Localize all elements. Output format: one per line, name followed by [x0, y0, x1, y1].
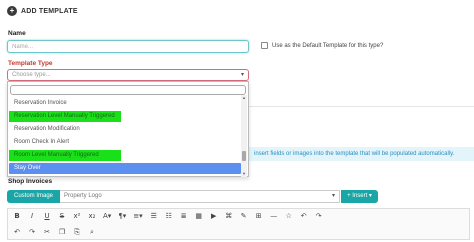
find-icon[interactable]: ⌕ — [86, 227, 98, 238]
image-icon[interactable]: ▦ — [193, 211, 205, 222]
dropdown-option[interactable]: Room Level Manually Triggered — [9, 150, 121, 161]
redo-icon[interactable]: ↷ — [26, 227, 38, 238]
table-icon[interactable]: ⊞ — [253, 211, 265, 222]
font-color-icon[interactable]: A▾ — [101, 211, 113, 222]
template-type-dropdown[interactable]: Reservation Invoice Reservation Level Ma… — [7, 81, 249, 177]
quote-icon[interactable]: ≣ — [178, 211, 190, 222]
toolbar-row-2: ↶ ↷ ✂ ❐ ⎘ ⌕ — [11, 227, 101, 238]
paragraph-icon[interactable]: ¶▾ — [116, 211, 128, 222]
dropdown-scrollbar[interactable]: ▲ ▼ — [241, 95, 247, 177]
default-template-checkbox[interactable]: Use as the Default Template for this typ… — [261, 42, 383, 49]
underline-icon[interactable]: U — [41, 211, 53, 222]
redo-icon[interactable]: ↷ — [313, 211, 325, 222]
chevron-down-icon: ▾ — [240, 72, 244, 78]
unordered-list-icon[interactable]: ☷ — [163, 211, 175, 222]
dropdown-option[interactable]: Reservation Level Manually Triggered — [9, 111, 121, 122]
undo-icon[interactable]: ↶ — [298, 211, 310, 222]
align-icon[interactable]: ≡▾ — [131, 211, 144, 222]
paste-icon[interactable]: ⎘ — [71, 227, 83, 238]
subscript-icon[interactable]: x₂ — [86, 211, 98, 222]
scroll-up-icon[interactable]: ▲ — [241, 95, 247, 101]
video-icon[interactable]: ▶ — [208, 211, 220, 222]
toolbar-row-1: B I U S x² x₂ A▾ ¶▾ ≡▾ ☰ ☷ ≣ ▦ ▶ ⌘ ✎ ⊞ —… — [11, 211, 328, 222]
editor-toolbar: B I U S x² x₂ A▾ ¶▾ ≡▾ ☰ ☷ ≣ ▦ ▶ ⌘ ✎ ⊞ —… — [7, 208, 470, 240]
plus-circle-icon: + — [7, 6, 17, 16]
cut-icon[interactable]: ✂ — [41, 227, 53, 238]
image-select-value: Property Logo — [64, 193, 102, 199]
insert-button[interactable]: + Insert ▾ — [341, 190, 378, 203]
shop-invoices-label: Shop Invoices — [8, 178, 53, 185]
add-template-header: + ADD TEMPLATE — [7, 6, 78, 16]
edit-icon[interactable]: ✎ — [238, 211, 250, 222]
name-label: Name — [8, 30, 26, 37]
special-char-icon[interactable]: ☆ — [283, 211, 295, 222]
template-type-label: Template Type — [8, 60, 53, 67]
ordered-list-icon[interactable]: ☰ — [148, 211, 160, 222]
image-select[interactable]: Property Logo ▾ — [60, 190, 340, 203]
scroll-down-icon[interactable]: ▼ — [241, 171, 247, 177]
dropdown-option-active[interactable]: Stay Over — [9, 163, 241, 174]
info-bar: insert fields or images into the templat… — [249, 147, 474, 161]
superscript-icon[interactable]: x² — [71, 211, 83, 222]
template-type-placeholder: Choose type... — [12, 72, 51, 78]
custom-image-button[interactable]: Custom Image — [7, 190, 60, 203]
dropdown-search-input[interactable] — [10, 85, 246, 95]
divider — [249, 106, 474, 107]
default-template-label: Use as the Default Template for this typ… — [272, 42, 384, 49]
image-insert-row: Custom Image Property Logo ▾ + Insert ▾ — [7, 190, 378, 203]
template-type-select[interactable]: Choose type... ▾ — [7, 69, 249, 81]
dropdown-option[interactable]: Reservation Modification — [9, 124, 241, 135]
name-input[interactable] — [7, 40, 249, 53]
italic-icon[interactable]: I — [26, 211, 38, 222]
dropdown-option[interactable]: Reservation Invoice — [9, 98, 241, 109]
scrollbar-thumb[interactable] — [242, 151, 246, 161]
undo-icon[interactable]: ↶ — [11, 227, 23, 238]
strikethrough-icon[interactable]: S — [56, 211, 68, 222]
bold-icon[interactable]: B — [11, 211, 23, 222]
checkbox-box[interactable] — [261, 42, 268, 49]
copy-icon[interactable]: ❐ — [56, 227, 68, 238]
horizontal-rule-icon[interactable]: — — [268, 211, 280, 222]
chevron-down-icon: ▾ — [331, 193, 335, 199]
page-title: ADD TEMPLATE — [21, 7, 78, 15]
dropdown-option[interactable]: Room Check In Alert — [9, 137, 241, 148]
link-icon[interactable]: ⌘ — [223, 211, 235, 222]
